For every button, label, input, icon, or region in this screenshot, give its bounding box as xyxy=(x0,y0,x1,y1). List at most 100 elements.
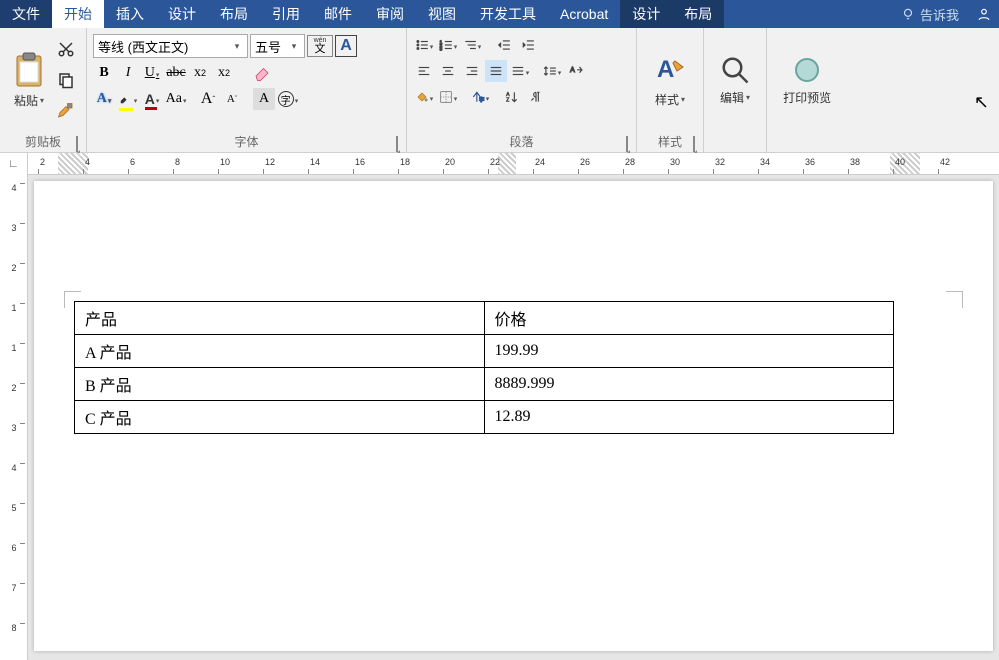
eraser-icon xyxy=(253,64,271,82)
table-header-cell[interactable]: 产品 xyxy=(75,302,485,335)
clear-formatting-button[interactable] xyxy=(251,62,273,84)
group-label-edit xyxy=(704,132,766,152)
align-center-button[interactable] xyxy=(437,60,459,82)
superscript-button[interactable]: x2 xyxy=(213,62,235,84)
grow-font-button[interactable]: Aˆ xyxy=(197,88,219,110)
align-left-icon xyxy=(417,64,431,78)
highlight-button[interactable] xyxy=(117,88,139,110)
tab-review[interactable]: 审阅 xyxy=(364,0,416,28)
underline-button[interactable]: U xyxy=(141,62,163,84)
font-launcher[interactable] xyxy=(391,137,403,149)
tab-insert[interactable]: 插入 xyxy=(104,0,156,28)
vruler-tick: 1 xyxy=(0,343,28,353)
highlight-icon xyxy=(119,91,133,108)
ruler-corner: ∟ xyxy=(0,153,28,175)
table-cell[interactable]: C 产品 xyxy=(75,401,485,434)
sort-button[interactable]: AZ xyxy=(501,86,523,108)
character-border-button[interactable]: A xyxy=(335,35,357,57)
tab-table-design[interactable]: 设计 xyxy=(620,0,672,28)
indent-icon xyxy=(521,38,535,52)
borders-button[interactable] xyxy=(437,86,459,108)
tab-references[interactable]: 引用 xyxy=(260,0,312,28)
phonetic-guide-button[interactable]: wén文 xyxy=(307,35,333,57)
increase-indent-button[interactable] xyxy=(517,34,539,56)
shrink-font-button[interactable]: Aˇ xyxy=(221,88,243,110)
cut-button[interactable] xyxy=(54,38,78,60)
find-button[interactable]: 编辑▾ xyxy=(710,32,760,128)
lightbulb-icon xyxy=(901,7,915,21)
italic-button[interactable]: I xyxy=(117,62,139,84)
table-cell[interactable]: 199.99 xyxy=(484,335,894,368)
table-row[interactable]: A 产品 199.99 xyxy=(75,335,894,368)
tab-mailings[interactable]: 邮件 xyxy=(312,0,364,28)
font-name-combo[interactable]: 等线 (西文正文)▾ xyxy=(93,34,248,58)
tab-layout[interactable]: 布局 xyxy=(208,0,260,28)
font-size-combo[interactable]: 五号▾ xyxy=(250,34,305,58)
styles-launcher[interactable] xyxy=(688,137,700,149)
tell-me[interactable]: 告诉我 xyxy=(891,0,969,28)
chevron-down-icon[interactable]: ▾ xyxy=(231,41,243,52)
pilcrow-icon xyxy=(529,90,543,104)
show-marks-button[interactable] xyxy=(525,86,547,108)
tab-devtools[interactable]: 开发工具 xyxy=(468,0,548,28)
text-effects-button[interactable]: A xyxy=(93,88,115,110)
ribbon: 粘贴▾ 剪贴板 等线 (西文正文)▾ 五号▾ wén文 A B I U xyxy=(0,28,999,153)
enclose-char-button[interactable]: 字 xyxy=(277,88,299,110)
text-direction-button[interactable]: A xyxy=(565,60,587,82)
numbering-button[interactable]: 123 xyxy=(437,34,459,56)
table-cell[interactable]: 8889.999 xyxy=(484,368,894,401)
share-button[interactable] xyxy=(969,0,999,28)
group-clipboard: 粘贴▾ 剪贴板 xyxy=(0,28,87,152)
multilevel-button[interactable] xyxy=(461,34,483,56)
asian-layout-button[interactable]: 字 xyxy=(469,86,491,108)
numbering-icon: 123 xyxy=(439,38,453,52)
menu-bar: 文件 开始 插入 设计 布局 引用 邮件 审阅 视图 开发工具 Acrobat … xyxy=(0,0,999,28)
table-header-cell[interactable]: 价格 xyxy=(484,302,894,335)
clipboard-launcher[interactable] xyxy=(71,137,83,149)
vruler-tick: 2 xyxy=(0,263,28,273)
chevron-down-icon[interactable]: ▾ xyxy=(288,41,300,52)
table-row[interactable]: 产品 价格 xyxy=(75,302,894,335)
tab-design[interactable]: 设计 xyxy=(156,0,208,28)
strikethrough-button[interactable]: abc xyxy=(165,62,187,84)
align-right-button[interactable] xyxy=(461,60,483,82)
bold-button[interactable]: B xyxy=(93,62,115,84)
align-left-button[interactable] xyxy=(413,60,435,82)
tab-view[interactable]: 视图 xyxy=(416,0,468,28)
format-painter-button[interactable] xyxy=(54,100,78,122)
tab-table-layout[interactable]: 布局 xyxy=(672,0,724,28)
print-preview-button[interactable]: 打印预览 xyxy=(773,32,841,128)
svg-text:A: A xyxy=(657,56,674,83)
table-row[interactable]: B 产品 8889.999 xyxy=(75,368,894,401)
person-icon xyxy=(977,7,991,21)
table-cell[interactable]: A 产品 xyxy=(75,335,485,368)
page-scroll-area[interactable]: 产品 价格 A 产品 199.99 B 产品 8889.999 C 产品 12.… xyxy=(28,175,999,660)
paste-button[interactable]: 粘贴▾ xyxy=(10,50,48,111)
table-cell[interactable]: B 产品 xyxy=(75,368,485,401)
vertical-ruler[interactable]: 432112345678 xyxy=(0,175,28,660)
tab-home[interactable]: 开始 xyxy=(52,0,104,28)
shading-button[interactable] xyxy=(413,86,435,108)
tab-acrobat[interactable]: Acrobat xyxy=(548,0,620,28)
subscript-button[interactable]: x2 xyxy=(189,62,211,84)
char-shading-button[interactable]: A xyxy=(253,88,275,110)
change-case-button[interactable]: Aa xyxy=(165,88,187,110)
vruler-tick: 8 xyxy=(0,623,28,633)
bullets-button[interactable] xyxy=(413,34,435,56)
align-justify-button[interactable] xyxy=(485,60,507,82)
ruler-column-break xyxy=(498,153,516,175)
table-cell[interactable]: 12.89 xyxy=(484,401,894,434)
table-row[interactable]: C 产品 12.89 xyxy=(75,401,894,434)
svg-text:A: A xyxy=(570,67,575,74)
page[interactable]: 产品 价格 A 产品 199.99 B 产品 8889.999 C 产品 12.… xyxy=(34,181,993,651)
horizontal-ruler[interactable]: 24681012141618202224262830323436384042 xyxy=(28,153,999,175)
align-distribute-button[interactable] xyxy=(509,60,531,82)
document-table[interactable]: 产品 价格 A 产品 199.99 B 产品 8889.999 C 产品 12.… xyxy=(74,301,894,434)
tab-file[interactable]: 文件 xyxy=(0,0,52,28)
copy-button[interactable] xyxy=(54,69,78,91)
decrease-indent-button[interactable] xyxy=(493,34,515,56)
styles-button[interactable]: A 样式▾ xyxy=(643,32,697,128)
paragraph-launcher[interactable] xyxy=(621,137,633,149)
line-spacing-button[interactable] xyxy=(541,60,563,82)
font-color-button[interactable]: A xyxy=(141,88,163,110)
